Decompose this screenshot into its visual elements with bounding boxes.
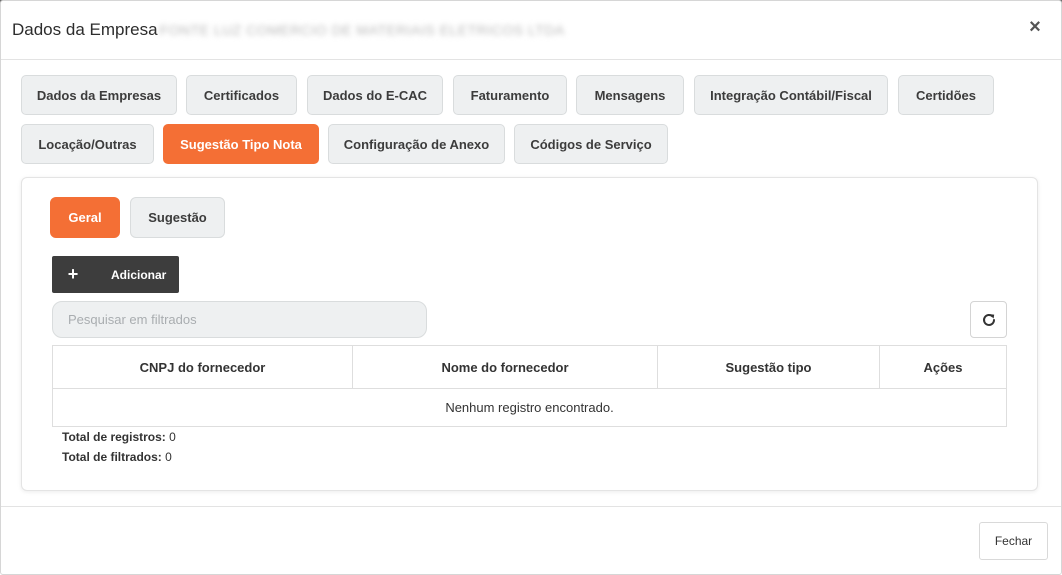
total-filtered-value: 0 xyxy=(165,450,172,464)
subtab-sugestao[interactable]: Sugestão xyxy=(130,197,225,238)
column-header-acoes: Ações xyxy=(923,359,963,375)
table-header: CNPJ do fornecedor Nome do fornecedor Su… xyxy=(53,346,1006,389)
modal-title: Dados da Empresa FONTE LUZ COMERCIO DE MA… xyxy=(12,20,565,40)
footer-divider xyxy=(1,506,1061,507)
column-header-cnpj[interactable]: CNPJ do fornecedor xyxy=(53,346,353,388)
empty-message: Nenhum registro encontrado. xyxy=(445,400,614,415)
total-filtered: Total de filtrados: 0 xyxy=(62,450,172,464)
total-records: Total de registros: 0 xyxy=(62,430,176,444)
tab-dados-da-empresas[interactable]: Dados da Empresas xyxy=(21,75,177,115)
add-button-label: Adicionar xyxy=(111,267,167,282)
supplier-table: CNPJ do fornecedor Nome do fornecedor Su… xyxy=(52,345,1007,427)
company-name: FONTE LUZ COMERCIO DE MATERIAIS ELETRICO… xyxy=(159,22,565,38)
column-header-nome[interactable]: Nome do fornecedor xyxy=(353,346,658,388)
search-input[interactable] xyxy=(52,301,427,338)
plus-icon: + xyxy=(67,264,79,284)
company-data-modal: Dados da Empresa FONTE LUZ COMERCIO DE MA… xyxy=(0,0,1062,575)
column-header-sugestao-tipo[interactable]: Sugestão tipo xyxy=(658,346,880,388)
tab-certidoes[interactable]: Certidões xyxy=(898,75,994,115)
tab-mensagens[interactable]: Mensagens xyxy=(576,75,684,115)
modal-title-text: Dados da Empresa xyxy=(12,20,158,39)
tab-sugestao-tipo-nota[interactable]: Sugestão Tipo Nota xyxy=(163,124,319,164)
tab-configuracao-de-anexo[interactable]: Configuração de Anexo xyxy=(328,124,505,164)
refresh-icon xyxy=(982,313,995,326)
tab-locacao-outras[interactable]: Locação/Outras xyxy=(21,124,154,164)
total-filtered-label: Total de filtrados: xyxy=(62,450,162,464)
close-icon[interactable]: × xyxy=(1023,15,1047,39)
tab-dados-do-ecac[interactable]: Dados do E-CAC xyxy=(307,75,443,115)
tab-certificados[interactable]: Certificados xyxy=(186,75,297,115)
close-button[interactable]: Fechar xyxy=(979,522,1048,560)
total-records-value: 0 xyxy=(169,430,176,444)
total-records-label: Total de registros: xyxy=(62,430,166,444)
refresh-button[interactable] xyxy=(970,301,1007,338)
tab-integracao-contabil-fiscal[interactable]: Integração Contábil/Fiscal xyxy=(694,75,888,115)
modal-header: Dados da Empresa FONTE LUZ COMERCIO DE MA… xyxy=(1,1,1061,60)
tab-faturamento[interactable]: Faturamento xyxy=(453,75,567,115)
subtab-geral[interactable]: Geral xyxy=(50,197,120,238)
add-button[interactable]: + Adicionar xyxy=(52,256,179,293)
tab-codigos-de-servico[interactable]: Códigos de Serviço xyxy=(514,124,668,164)
